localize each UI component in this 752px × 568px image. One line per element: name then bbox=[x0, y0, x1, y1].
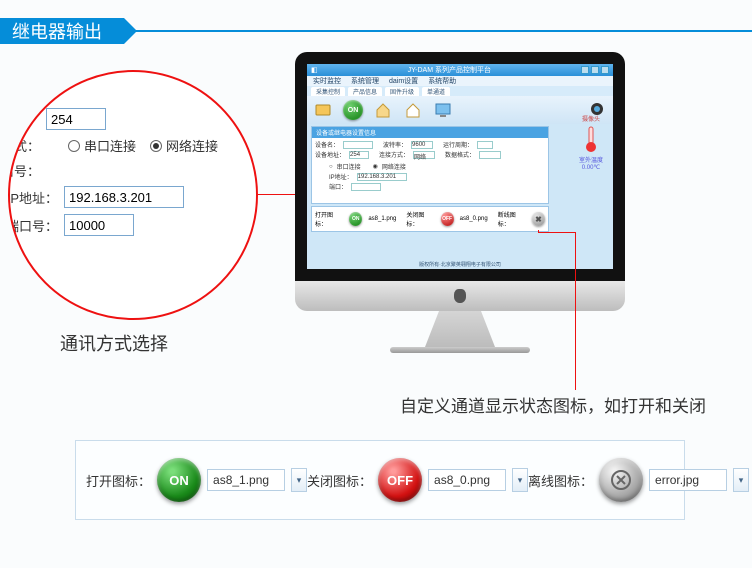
open-icon-dropdown[interactable]: ▾ bbox=[291, 468, 307, 492]
min-button[interactable] bbox=[581, 66, 589, 74]
tab[interactable]: 产品信息 bbox=[348, 87, 382, 96]
device-addr-input[interactable] bbox=[46, 108, 106, 130]
zoom-lens: 方式： 串口连接 网络连接 口号： IP地址： 端口号： bbox=[8, 70, 258, 320]
radio-serial[interactable]: 串口连接 bbox=[68, 136, 136, 155]
lens-caption: 通讯方式选择 bbox=[60, 330, 168, 356]
offline-icon-filename[interactable]: error.jpg bbox=[649, 469, 727, 491]
open-icon-preview[interactable]: ON bbox=[157, 458, 201, 502]
footer-copyright: 版权所有·北京聚英翱翔电子有限公司 bbox=[307, 261, 613, 268]
device-icon[interactable] bbox=[313, 100, 333, 120]
method-label: 方式： bbox=[8, 136, 40, 155]
icon-picker-strip: 打开图标： ON as8_1.png 关闭图标： OFF as8_0.png 断… bbox=[311, 206, 549, 232]
offline-icon-preview[interactable] bbox=[599, 458, 643, 502]
close-icon-dropdown[interactable]: ▾ bbox=[512, 468, 528, 492]
app-screenshot: ◧ JY-DAM 系列产品控制平台 实时监控 系统管理 daim设置 系统帮助 … bbox=[307, 64, 613, 269]
max-button[interactable] bbox=[591, 66, 599, 74]
section-port-label: 口号： bbox=[8, 161, 40, 180]
close-icon-label: 关闭图标： bbox=[307, 471, 372, 490]
section-title: 继电器输出 bbox=[0, 18, 124, 44]
home-return-icon[interactable] bbox=[373, 100, 393, 120]
callout-line bbox=[258, 194, 300, 195]
off-icon[interactable]: OFF bbox=[441, 212, 454, 226]
callout-line bbox=[575, 232, 576, 390]
open-icon-filename[interactable]: as8_1.png bbox=[207, 469, 285, 491]
on-icon[interactable]: ON bbox=[349, 212, 362, 226]
tab[interactable]: 采集控制 bbox=[311, 87, 345, 96]
menubar: 实时监控 系统管理 daim设置 系统帮助 bbox=[307, 76, 613, 86]
caption-custom-icon: 自定义通道显示状态图标，如打开和关闭 bbox=[400, 392, 706, 417]
power-on-icon[interactable]: ON bbox=[343, 100, 363, 120]
device-form: 设备或继电器设置信息 设备名： 波特率：9600 运行周期： 设备地址：254 … bbox=[311, 126, 549, 204]
apple-logo-icon bbox=[454, 289, 466, 303]
side-panel: 摄像头 室外温度 0.00℃ bbox=[573, 114, 609, 171]
menu-item[interactable]: 系统管理 bbox=[351, 76, 379, 86]
offline-icon[interactable]: ✖ bbox=[532, 212, 545, 226]
monitor-icon[interactable] bbox=[433, 100, 453, 120]
app-icon: ◧ bbox=[311, 66, 318, 74]
tab[interactable]: 固件升级 bbox=[385, 87, 419, 96]
offline-icon-dropdown[interactable]: ▾ bbox=[733, 468, 749, 492]
close-button[interactable] bbox=[601, 66, 609, 74]
callout-line bbox=[538, 232, 576, 233]
offline-icon-label: 离线图标： bbox=[528, 471, 593, 490]
open-icon-label: 打开图标： bbox=[86, 471, 151, 490]
toolbar: ON bbox=[307, 96, 613, 124]
menu-item[interactable]: 实时监控 bbox=[313, 76, 341, 86]
tab-bar: 采集控制 产品信息 固件升级 单通道 bbox=[307, 86, 613, 96]
radio-network[interactable]: 网络连接 bbox=[150, 136, 218, 155]
ip-label: IP地址： bbox=[8, 188, 58, 207]
close-icon-preview[interactable]: OFF bbox=[378, 458, 422, 502]
home-icon[interactable] bbox=[403, 100, 423, 120]
tab[interactable]: 单通道 bbox=[422, 87, 450, 96]
icon-picker-panel: 打开图标： ON as8_1.png ▾ 关闭图标： OFF as8_0.png… bbox=[75, 440, 685, 520]
app-title: JY-DAM 系列产品控制平台 bbox=[408, 65, 491, 75]
menu-item[interactable]: 系统帮助 bbox=[428, 76, 456, 86]
ip-input[interactable] bbox=[64, 186, 184, 208]
port-label: 端口号： bbox=[8, 216, 58, 235]
port-input[interactable] bbox=[64, 214, 134, 236]
form-title: 设备或继电器设置信息 bbox=[312, 127, 548, 138]
close-icon-filename[interactable]: as8_0.png bbox=[428, 469, 506, 491]
menu-item[interactable]: daim设置 bbox=[389, 76, 418, 86]
title-text: 继电器输出 bbox=[0, 18, 124, 44]
